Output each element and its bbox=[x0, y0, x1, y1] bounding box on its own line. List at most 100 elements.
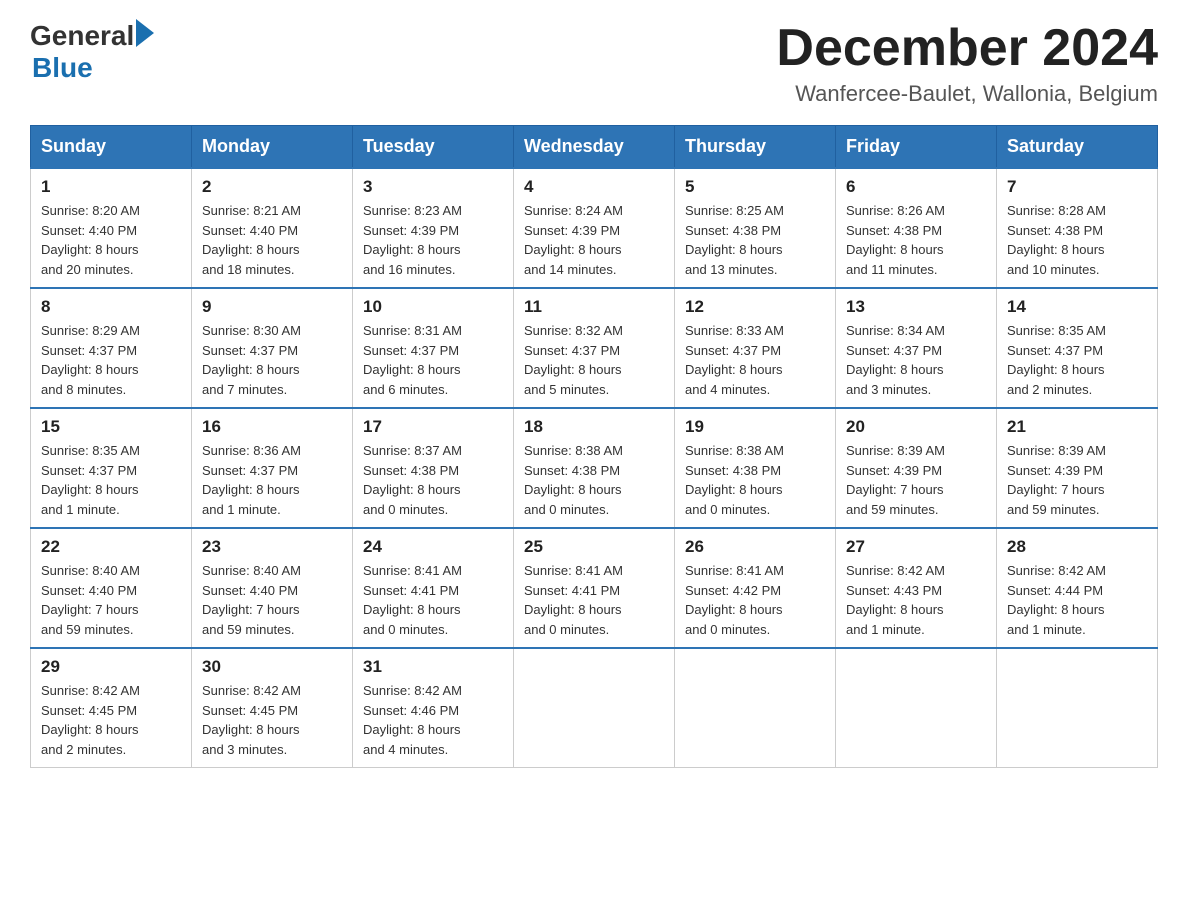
calendar-day-cell: 27 Sunrise: 8:42 AM Sunset: 4:43 PM Dayli… bbox=[836, 528, 997, 648]
day-info: Sunrise: 8:31 AM Sunset: 4:37 PM Dayligh… bbox=[363, 321, 503, 399]
calendar-day-cell: 26 Sunrise: 8:41 AM Sunset: 4:42 PM Dayli… bbox=[675, 528, 836, 648]
calendar-day-header: Wednesday bbox=[514, 126, 675, 169]
calendar-day-cell: 22Sunrise: 8:40 AM Sunset: 4:40 PM Dayli… bbox=[31, 528, 192, 648]
calendar-day-cell: 4 Sunrise: 8:24 AM Sunset: 4:39 PM Daylig… bbox=[514, 168, 675, 288]
calendar-day-cell: 6 Sunrise: 8:26 AM Sunset: 4:38 PM Daylig… bbox=[836, 168, 997, 288]
calendar-table: SundayMondayTuesdayWednesdayThursdayFrid… bbox=[30, 125, 1158, 768]
day-number: 17 bbox=[363, 417, 503, 437]
day-info: Sunrise: 8:39 AM Sunset: 4:39 PM Dayligh… bbox=[846, 441, 986, 519]
day-info: Sunrise: 8:33 AM Sunset: 4:37 PM Dayligh… bbox=[685, 321, 825, 399]
calendar-day-cell: 1 Sunrise: 8:20 AM Sunset: 4:40 PM Daylig… bbox=[31, 168, 192, 288]
day-number: 19 bbox=[685, 417, 825, 437]
calendar-day-cell: 13Sunrise: 8:34 AM Sunset: 4:37 PM Dayli… bbox=[836, 288, 997, 408]
calendar-day-cell: 19 Sunrise: 8:38 AM Sunset: 4:38 PM Dayli… bbox=[675, 408, 836, 528]
calendar-day-cell: 2 Sunrise: 8:21 AM Sunset: 4:40 PM Daylig… bbox=[192, 168, 353, 288]
day-number: 25 bbox=[524, 537, 664, 557]
day-info: Sunrise: 8:32 AM Sunset: 4:37 PM Dayligh… bbox=[524, 321, 664, 399]
day-info: Sunrise: 8:21 AM Sunset: 4:40 PM Dayligh… bbox=[202, 201, 342, 279]
calendar-week-row: 8Sunrise: 8:29 AM Sunset: 4:37 PM Daylig… bbox=[31, 288, 1158, 408]
logo: General Blue bbox=[30, 20, 154, 84]
day-number: 4 bbox=[524, 177, 664, 197]
day-info: Sunrise: 8:38 AM Sunset: 4:38 PM Dayligh… bbox=[685, 441, 825, 519]
calendar-day-header: Monday bbox=[192, 126, 353, 169]
day-info: Sunrise: 8:42 AM Sunset: 4:43 PM Dayligh… bbox=[846, 561, 986, 639]
logo-general: General bbox=[30, 20, 134, 52]
day-number: 21 bbox=[1007, 417, 1147, 437]
logo-blue: Blue bbox=[32, 52, 154, 84]
calendar-day-header: Tuesday bbox=[353, 126, 514, 169]
day-number: 7 bbox=[1007, 177, 1147, 197]
day-info: Sunrise: 8:42 AM Sunset: 4:45 PM Dayligh… bbox=[41, 681, 181, 759]
title-block: December 2024 Wanfercee-Baulet, Wallonia… bbox=[776, 20, 1158, 107]
day-info: Sunrise: 8:26 AM Sunset: 4:38 PM Dayligh… bbox=[846, 201, 986, 279]
calendar-day-cell: 7 Sunrise: 8:28 AM Sunset: 4:38 PM Daylig… bbox=[997, 168, 1158, 288]
calendar-day-cell bbox=[997, 648, 1158, 768]
day-number: 26 bbox=[685, 537, 825, 557]
calendar-day-cell: 10Sunrise: 8:31 AM Sunset: 4:37 PM Dayli… bbox=[353, 288, 514, 408]
day-number: 11 bbox=[524, 297, 664, 317]
day-number: 27 bbox=[846, 537, 986, 557]
day-info: Sunrise: 8:37 AM Sunset: 4:38 PM Dayligh… bbox=[363, 441, 503, 519]
day-info: Sunrise: 8:39 AM Sunset: 4:39 PM Dayligh… bbox=[1007, 441, 1147, 519]
calendar-header-row: SundayMondayTuesdayWednesdayThursdayFrid… bbox=[31, 126, 1158, 169]
day-info: Sunrise: 8:28 AM Sunset: 4:38 PM Dayligh… bbox=[1007, 201, 1147, 279]
calendar-day-header: Thursday bbox=[675, 126, 836, 169]
day-info: Sunrise: 8:41 AM Sunset: 4:41 PM Dayligh… bbox=[363, 561, 503, 639]
calendar-week-row: 29Sunrise: 8:42 AM Sunset: 4:45 PM Dayli… bbox=[31, 648, 1158, 768]
day-info: Sunrise: 8:25 AM Sunset: 4:38 PM Dayligh… bbox=[685, 201, 825, 279]
calendar-day-header: Friday bbox=[836, 126, 997, 169]
calendar-day-cell: 23Sunrise: 8:40 AM Sunset: 4:40 PM Dayli… bbox=[192, 528, 353, 648]
calendar-day-cell: 15Sunrise: 8:35 AM Sunset: 4:37 PM Dayli… bbox=[31, 408, 192, 528]
day-info: Sunrise: 8:20 AM Sunset: 4:40 PM Dayligh… bbox=[41, 201, 181, 279]
calendar-day-cell bbox=[514, 648, 675, 768]
day-info: Sunrise: 8:35 AM Sunset: 4:37 PM Dayligh… bbox=[1007, 321, 1147, 399]
day-number: 28 bbox=[1007, 537, 1147, 557]
day-info: Sunrise: 8:42 AM Sunset: 4:45 PM Dayligh… bbox=[202, 681, 342, 759]
page-header: General Blue December 2024 Wanfercee-Bau… bbox=[30, 20, 1158, 107]
calendar-day-cell: 9Sunrise: 8:30 AM Sunset: 4:37 PM Daylig… bbox=[192, 288, 353, 408]
day-info: Sunrise: 8:34 AM Sunset: 4:37 PM Dayligh… bbox=[846, 321, 986, 399]
day-number: 31 bbox=[363, 657, 503, 677]
month-title: December 2024 bbox=[776, 20, 1158, 77]
day-info: Sunrise: 8:38 AM Sunset: 4:38 PM Dayligh… bbox=[524, 441, 664, 519]
day-number: 2 bbox=[202, 177, 342, 197]
calendar-day-cell: 20 Sunrise: 8:39 AM Sunset: 4:39 PM Dayli… bbox=[836, 408, 997, 528]
calendar-day-header: Saturday bbox=[997, 126, 1158, 169]
day-number: 18 bbox=[524, 417, 664, 437]
calendar-day-cell: 25 Sunrise: 8:41 AM Sunset: 4:41 PM Dayli… bbox=[514, 528, 675, 648]
day-number: 6 bbox=[846, 177, 986, 197]
calendar-day-cell: 24 Sunrise: 8:41 AM Sunset: 4:41 PM Dayli… bbox=[353, 528, 514, 648]
calendar-week-row: 1 Sunrise: 8:20 AM Sunset: 4:40 PM Daylig… bbox=[31, 168, 1158, 288]
calendar-day-cell: 12Sunrise: 8:33 AM Sunset: 4:37 PM Dayli… bbox=[675, 288, 836, 408]
day-info: Sunrise: 8:42 AM Sunset: 4:46 PM Dayligh… bbox=[363, 681, 503, 759]
day-number: 5 bbox=[685, 177, 825, 197]
day-number: 24 bbox=[363, 537, 503, 557]
day-info: Sunrise: 8:23 AM Sunset: 4:39 PM Dayligh… bbox=[363, 201, 503, 279]
calendar-day-cell: 17 Sunrise: 8:37 AM Sunset: 4:38 PM Dayli… bbox=[353, 408, 514, 528]
day-info: Sunrise: 8:29 AM Sunset: 4:37 PM Dayligh… bbox=[41, 321, 181, 399]
day-info: Sunrise: 8:24 AM Sunset: 4:39 PM Dayligh… bbox=[524, 201, 664, 279]
calendar-day-cell bbox=[675, 648, 836, 768]
calendar-day-cell: 18 Sunrise: 8:38 AM Sunset: 4:38 PM Dayli… bbox=[514, 408, 675, 528]
day-number: 15 bbox=[41, 417, 181, 437]
day-info: Sunrise: 8:42 AM Sunset: 4:44 PM Dayligh… bbox=[1007, 561, 1147, 639]
calendar-week-row: 22 Sunrise: 8:40 AM Sunset: 4:40 PM Dayli… bbox=[31, 528, 1158, 648]
calendar-week-row: 15Sunrise: 8:35 AM Sunset: 4:37 PM Dayli… bbox=[31, 408, 1158, 528]
day-number: 1 bbox=[41, 177, 181, 197]
day-number: 16 bbox=[202, 417, 342, 437]
day-info: Sunrise: 8:40 AM Sunset: 4:40 PM Dayligh… bbox=[202, 561, 342, 639]
calendar-day-cell: 5 Sunrise: 8:25 AM Sunset: 4:38 PM Daylig… bbox=[675, 168, 836, 288]
calendar-day-cell: 29Sunrise: 8:42 AM Sunset: 4:45 PM Dayli… bbox=[31, 648, 192, 768]
calendar-day-cell: 28 Sunrise: 8:42 AM Sunset: 4:44 PM Dayli… bbox=[997, 528, 1158, 648]
calendar-day-cell: 3Sunrise: 8:23 AM Sunset: 4:39 PM Daylig… bbox=[353, 168, 514, 288]
calendar-day-cell: 14Sunrise: 8:35 AM Sunset: 4:37 PM Dayli… bbox=[997, 288, 1158, 408]
logo-arrow-icon bbox=[136, 19, 154, 47]
location-title: Wanfercee-Baulet, Wallonia, Belgium bbox=[776, 81, 1158, 107]
calendar-day-cell: 11 Sunrise: 8:32 AM Sunset: 4:37 PM Dayli… bbox=[514, 288, 675, 408]
day-info: Sunrise: 8:41 AM Sunset: 4:42 PM Dayligh… bbox=[685, 561, 825, 639]
day-info: Sunrise: 8:41 AM Sunset: 4:41 PM Dayligh… bbox=[524, 561, 664, 639]
calendar-day-header: Sunday bbox=[31, 126, 192, 169]
day-info: Sunrise: 8:36 AM Sunset: 4:37 PM Dayligh… bbox=[202, 441, 342, 519]
day-number: 20 bbox=[846, 417, 986, 437]
day-number: 22 bbox=[41, 537, 181, 557]
